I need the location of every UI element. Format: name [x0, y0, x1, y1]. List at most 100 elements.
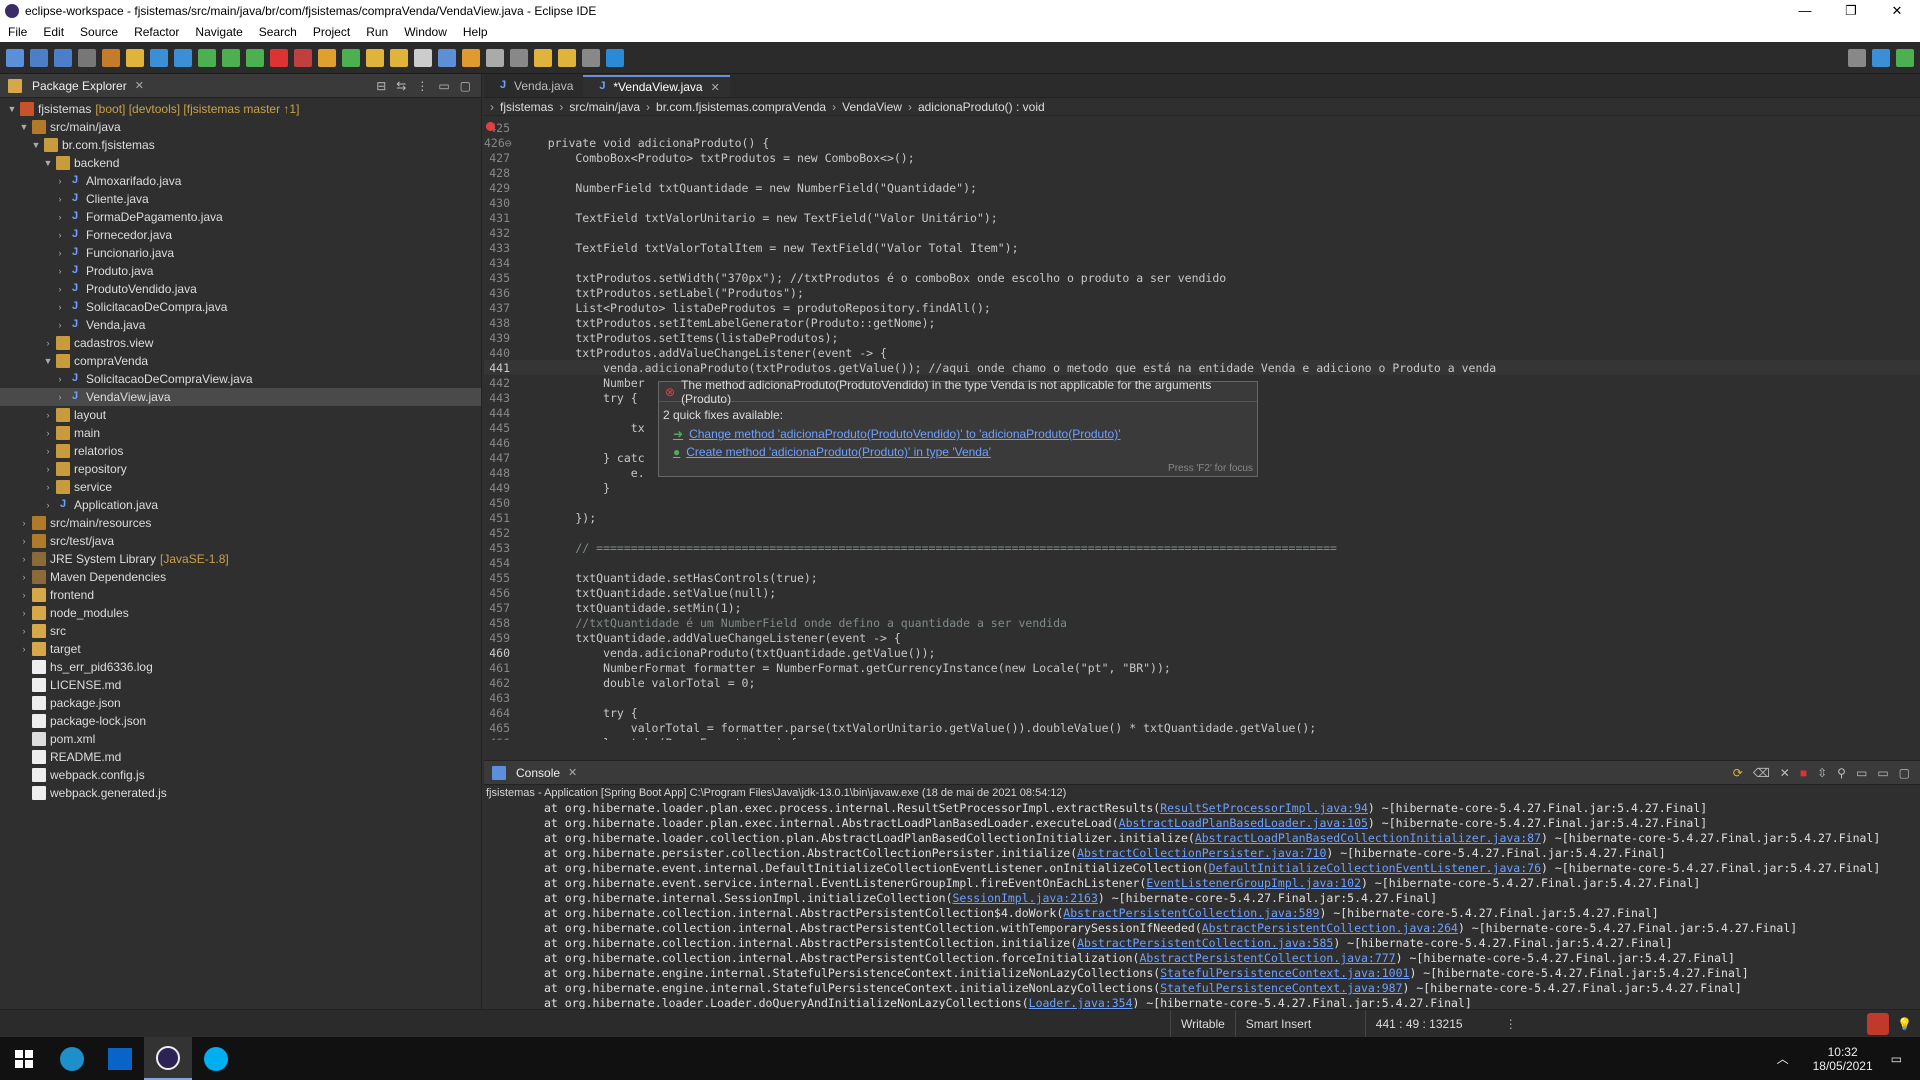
tree-item-package[interactable]: › relatorios — [0, 442, 481, 460]
breadcrumb-project[interactable]: fjsistemas — [500, 100, 553, 114]
tree-item-java-file[interactable]: › J Funcionario.java — [0, 244, 481, 262]
quick-access-icon[interactable] — [1848, 48, 1866, 67]
new-package-icon[interactable] — [318, 48, 336, 67]
stacktrace-link[interactable]: AbstractPersistentCollection.java:777 — [1139, 951, 1395, 966]
skype-icon[interactable] — [192, 1037, 240, 1080]
open-perspective-icon[interactable] — [1872, 48, 1890, 67]
clock[interactable]: 10:32 18/05/2021 — [1813, 1045, 1873, 1073]
debug-icon[interactable] — [198, 48, 216, 67]
stacktrace-link[interactable]: EventListenerGroupImpl.java:102 — [1146, 876, 1361, 891]
highlight-icon[interactable] — [462, 48, 480, 67]
code-line[interactable]: 452 — [484, 525, 1920, 540]
perspective-icon[interactable] — [606, 48, 624, 67]
tree-item-java-file[interactable]: › J SolicitacaoDeCompra.java — [0, 298, 481, 316]
tree-item-file[interactable]: LICENSE.md — [0, 676, 481, 694]
minimize-view-icon[interactable]: ▭ — [438, 79, 449, 93]
quick-fix-change-method[interactable]: ➜ Change method 'adicionaProduto(ProdutoV… — [659, 425, 1257, 443]
tree-item-file[interactable]: package.json — [0, 694, 481, 712]
code-line[interactable]: 463 — [484, 690, 1920, 705]
code-line[interactable]: 440 txtProdutos.addValueChangeListener(e… — [484, 345, 1920, 360]
code-line[interactable]: 427 ComboBox<Produto> txtProdutos = new … — [484, 150, 1920, 165]
tree-item-java-file-selected[interactable]: › J VendaView.java — [0, 388, 481, 406]
code-line[interactable]: 454 — [484, 555, 1920, 570]
code-line[interactable]: 455 txtQuantidade.setHasControls(true); — [484, 570, 1920, 585]
tree-item-folder[interactable]: › frontend — [0, 586, 481, 604]
outlook-icon[interactable] — [96, 1037, 144, 1080]
tree-item-package[interactable]: ▼ br.com.fjsistemas — [0, 136, 481, 154]
tree-item-java-file[interactable]: › J Fornecedor.java — [0, 226, 481, 244]
tree-item-java-file[interactable]: › J Cliente.java — [0, 190, 481, 208]
print-icon[interactable] — [78, 48, 96, 67]
menu-navigate[interactable]: Navigate — [187, 25, 250, 39]
code-line[interactable]: 437 List<Produto> listaDeProdutos = prod… — [484, 300, 1920, 315]
code-line[interactable]: 439 txtProdutos.setItems(listaDeProdutos… — [484, 330, 1920, 345]
save-all-icon[interactable] — [54, 48, 72, 67]
breadcrumb-class[interactable]: VendaView — [842, 100, 902, 114]
build-icon[interactable] — [102, 48, 120, 67]
close-icon[interactable]: ✕ — [135, 79, 144, 92]
stacktrace-link[interactable]: AbstractLoadPlanBasedLoader.java:105 — [1119, 816, 1368, 831]
coverage-icon[interactable] — [246, 48, 264, 67]
filter-icon[interactable] — [150, 48, 168, 67]
tree-item-project[interactable]: ▼ fjsistemas [boot] [devtools] [fjsistemas… — [0, 100, 481, 118]
grid-icon[interactable] — [174, 48, 192, 67]
tree-item-file[interactable]: hs_err_pid6336.log — [0, 658, 481, 676]
tab-vendaview-java[interactable]: J *VendaView.java ✕ — [583, 75, 730, 97]
tree-item-file[interactable]: package-lock.json — [0, 712, 481, 730]
code-line[interactable]: 436 txtProdutos.setLabel("Produtos"); — [484, 285, 1920, 300]
code-line[interactable]: 462 double valorTotal = 0; — [484, 675, 1920, 690]
tree-item-file[interactable]: webpack.generated.js — [0, 784, 481, 802]
code-line[interactable]: 428 — [484, 165, 1920, 180]
error-marker-icon[interactable] — [486, 122, 495, 131]
stacktrace-link[interactable]: AbstractPersistentCollection.java:264 — [1202, 921, 1458, 936]
forward-icon[interactable] — [582, 48, 600, 67]
tree-item-package[interactable]: ▼ compraVenda — [0, 352, 481, 370]
refresh-icon[interactable]: ⟳ — [1733, 766, 1743, 780]
breadcrumb-method[interactable]: adicionaProduto() : void — [918, 100, 1045, 114]
tree-item-file[interactable]: README.md — [0, 748, 481, 766]
maximize-view-icon[interactable]: ▢ — [1899, 766, 1910, 780]
stacktrace-link[interactable]: StatefulPersistenceContext.java:987 — [1160, 981, 1402, 996]
next-annotation-icon[interactable] — [534, 48, 552, 67]
stacktrace-link[interactable]: SessionImpl.java:2163 — [953, 891, 1098, 906]
code-line[interactable]: 458 //txtQuantidade é um NumberField ond… — [484, 615, 1920, 630]
collapse-all-icon[interactable]: ⊟ — [376, 79, 386, 93]
menu-window[interactable]: Window — [396, 25, 455, 39]
edge-browser-icon[interactable] — [48, 1037, 96, 1080]
code-line[interactable]: 432 — [484, 225, 1920, 240]
code-line[interactable]: 465 valorTotal = formatter.parse(txtValo… — [484, 720, 1920, 735]
maximize-view-icon[interactable]: ▢ — [460, 79, 471, 93]
refresh-icon[interactable] — [126, 48, 144, 67]
clear-console-icon[interactable]: ⌫ — [1753, 766, 1770, 780]
menu-edit[interactable]: Edit — [35, 25, 72, 39]
tree-item-folder[interactable]: › src — [0, 622, 481, 640]
tree-item-source-folder[interactable]: › src/test/java — [0, 532, 481, 550]
terminate-icon[interactable]: ■ — [1800, 766, 1807, 780]
chevron-up-icon[interactable]: ︿ — [1777, 1050, 1789, 1067]
menu-refactor[interactable]: Refactor — [126, 25, 187, 39]
quick-fix-create-method[interactable]: ● Create method 'adicionaProduto(Produto)… — [659, 443, 1257, 461]
tree-item-file[interactable]: pom.xml — [0, 730, 481, 748]
lightbulb-icon[interactable]: 💡 — [1897, 1017, 1912, 1031]
stacktrace-link[interactable]: StatefulPersistenceContext.java:1001 — [1160, 966, 1409, 981]
menu-source[interactable]: Source — [72, 25, 126, 39]
windows-start-icon[interactable] — [0, 1037, 48, 1080]
minimize-button[interactable]: — — [1782, 3, 1828, 19]
tab-venda-java[interactable]: J Venda.java — [484, 75, 583, 97]
stacktrace-link[interactable]: AbstractLoadPlanBasedCollectionInitializ… — [1195, 831, 1541, 846]
code-line[interactable]: 457 txtQuantidade.setMin(1); — [484, 600, 1920, 615]
run-icon[interactable] — [222, 48, 240, 67]
minimize-view-icon[interactable]: ▭ — [1877, 766, 1888, 780]
menu-file[interactable]: File — [0, 25, 35, 39]
scroll-lock-icon[interactable]: ⇳ — [1817, 766, 1827, 780]
tree-item-library[interactable]: › Maven Dependencies — [0, 568, 481, 586]
eclipse-taskbar-icon[interactable] — [144, 1037, 192, 1080]
console-output[interactable]: at org.hibernate.loader.plan.exec.proces… — [484, 801, 1920, 1011]
package-explorer-tab[interactable]: Package Explorer ✕ ⊟ ⇆ ⋮ ▭ ▢ — [0, 74, 481, 98]
search-icon[interactable] — [414, 48, 432, 67]
maximize-button[interactable]: ❐ — [1828, 3, 1874, 19]
tree-item-folder[interactable]: › node_modules — [0, 604, 481, 622]
close-icon[interactable]: ✕ — [568, 766, 577, 779]
stop-icon[interactable] — [270, 48, 288, 67]
new-class-icon[interactable] — [342, 48, 360, 67]
